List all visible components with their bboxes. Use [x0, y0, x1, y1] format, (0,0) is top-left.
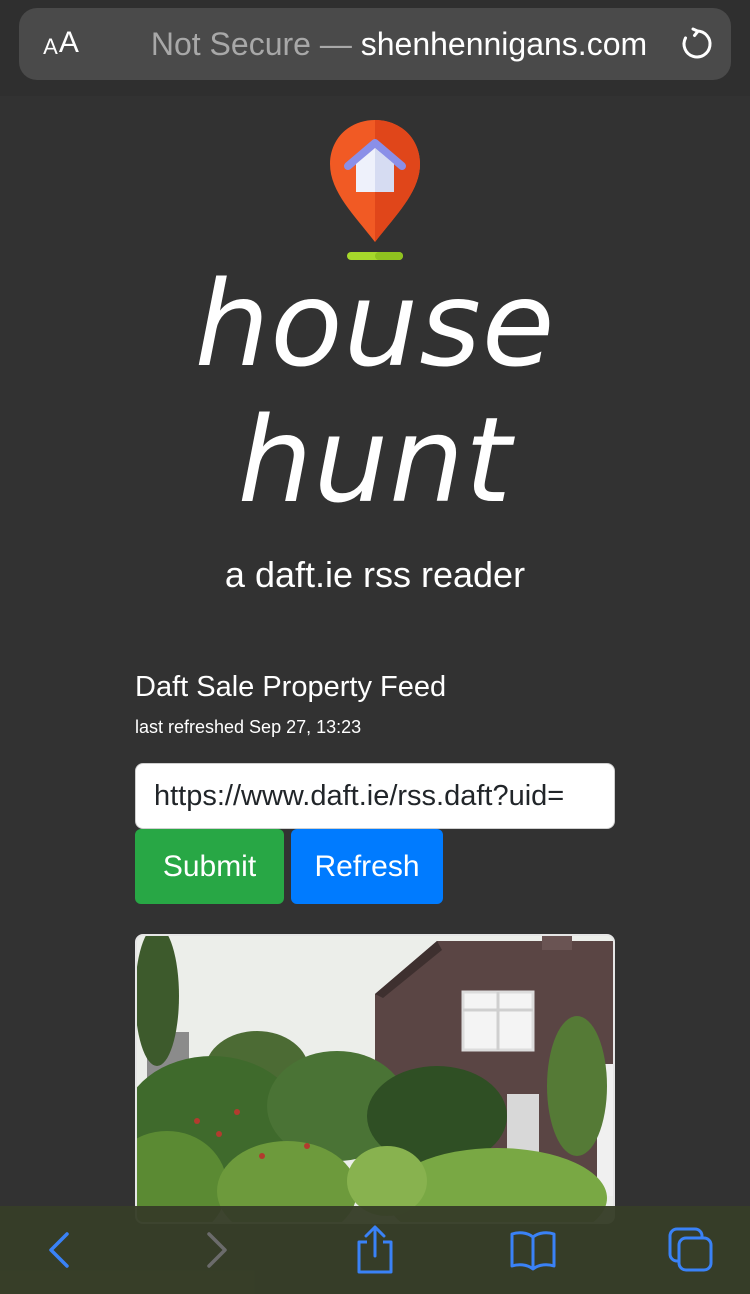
house-pin-logo-icon — [325, 116, 425, 264]
address-bar[interactable]: AA Not Secure — shenhennigans.com — [19, 8, 731, 80]
address-text[interactable]: Not Secure — shenhennigans.com — [114, 8, 684, 80]
tabs-icon[interactable] — [662, 1224, 718, 1276]
feed-title: Daft Sale Property Feed — [135, 671, 447, 703]
site-title-line-1: house — [194, 255, 556, 393]
listing-photo[interactable] — [135, 934, 615, 1224]
site-subtitle: a daft.ie rss reader — [224, 554, 526, 595]
text-size-button[interactable]: AA — [39, 24, 83, 64]
site-title: house hunt — [0, 256, 750, 528]
share-icon[interactable] — [347, 1224, 403, 1276]
back-icon[interactable] — [32, 1224, 88, 1276]
text-size-icon-small: A — [43, 34, 58, 59]
reload-icon[interactable] — [679, 26, 715, 62]
address-domain: shenhennigans.com — [360, 26, 648, 62]
text-size-icon-large: A — [58, 26, 79, 59]
last-refreshed-text: last refreshed Sep 27, 13:23 — [135, 717, 362, 737]
refresh-button[interactable]: Refresh — [291, 829, 443, 904]
browser-top-bar: AA Not Secure — shenhennigans.com — [0, 0, 750, 96]
address-separator: — — [319, 26, 352, 62]
site-title-line-2: hunt — [237, 391, 513, 529]
bookmarks-icon[interactable] — [505, 1224, 561, 1276]
feed-url-input[interactable] — [135, 763, 615, 829]
forward-icon[interactable] — [188, 1224, 244, 1276]
submit-button[interactable]: Submit — [135, 829, 284, 904]
browser-bottom-toolbar — [0, 1206, 750, 1294]
not-secure-label: Not Secure — [150, 26, 311, 62]
